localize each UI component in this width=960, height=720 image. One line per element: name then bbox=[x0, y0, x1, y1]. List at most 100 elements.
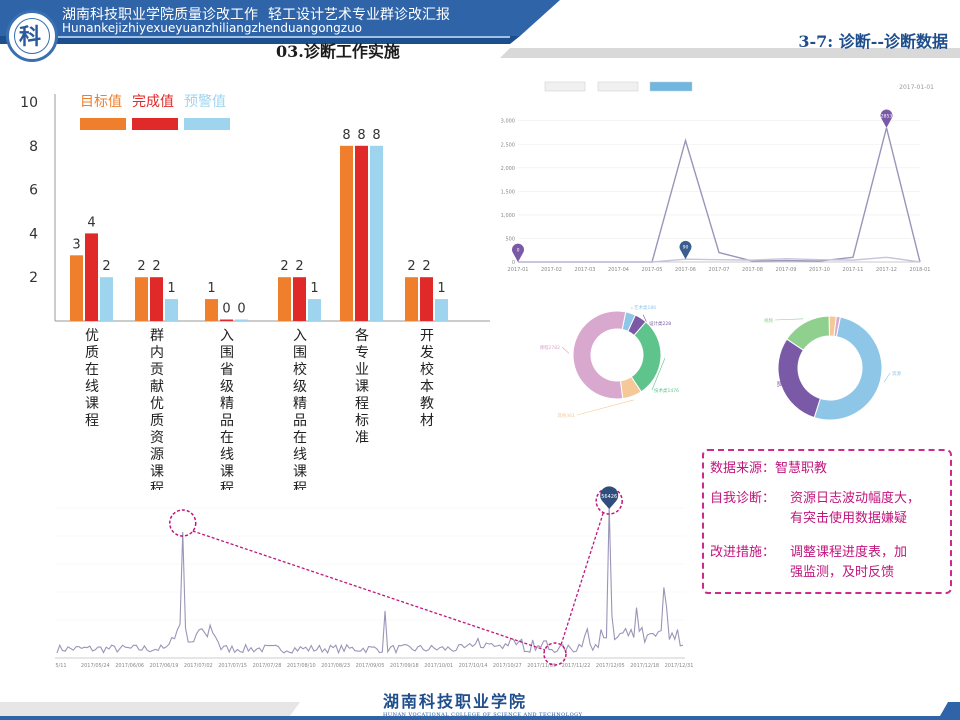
bar-1-2 bbox=[220, 319, 233, 321]
donut1-label: 技术类1476 bbox=[654, 387, 679, 394]
line1-series-1 bbox=[518, 256, 921, 263]
bar-0-3 bbox=[278, 277, 291, 321]
note-diagnosis-label: 自我诊断： bbox=[710, 491, 776, 506]
bar-2-2 bbox=[235, 319, 248, 321]
note-improve-line2: 强监测，及时反馈 bbox=[790, 565, 895, 580]
note-source: 数据来源：智慧职教 bbox=[710, 461, 828, 476]
bar-y-tick-label: 10 bbox=[20, 95, 38, 111]
note-improve-line1: 调整课程进度表，加 bbox=[790, 545, 908, 560]
bar-1-0 bbox=[85, 233, 98, 321]
bar-0-5 bbox=[405, 277, 418, 321]
line2-x-tick: 2017/07/15 bbox=[218, 663, 247, 669]
line2-x-tick: 2017/12/05 bbox=[596, 663, 625, 669]
line2-marker-label: 56426 bbox=[601, 494, 617, 500]
bar-data-label: 2 bbox=[137, 259, 145, 274]
line1-x-tick: 2017-04 bbox=[608, 267, 629, 273]
line1-y-tick: 3,000 bbox=[501, 119, 515, 125]
line2-connector-b bbox=[560, 512, 604, 646]
bar-category-label: 入围省级精品在线课程 bbox=[220, 328, 234, 490]
bar-legend-label: 完成值 bbox=[132, 94, 174, 110]
line1-y-tick: 2,000 bbox=[501, 166, 515, 172]
line1-series-0 bbox=[518, 127, 921, 263]
line1-x-tick: 2018-01 bbox=[910, 267, 931, 273]
bar-legend-swatch bbox=[132, 118, 178, 130]
logo-glyph-icon: 科 bbox=[19, 24, 42, 50]
bar-0-0 bbox=[70, 255, 83, 321]
donut2-leader bbox=[883, 372, 891, 383]
bar-data-label: 1 bbox=[207, 281, 215, 296]
line1-x-tick: 2017-02 bbox=[541, 267, 562, 273]
donut1-slice-4 bbox=[572, 310, 627, 400]
bar-legend-label: 目标值 bbox=[80, 94, 122, 110]
line2-x-tick: 2017/10/14 bbox=[459, 663, 488, 669]
bar-category-label: 入围校级精品在线课程 bbox=[293, 328, 307, 490]
bar-data-label: 8 bbox=[342, 128, 350, 143]
bar-2-5 bbox=[435, 299, 448, 321]
line2-x-tick: 2017/07/02 bbox=[184, 663, 213, 669]
line1-y-tick: 1,500 bbox=[501, 189, 515, 195]
line1-legend-chip bbox=[544, 81, 586, 92]
footer-school-name: 湖南科技职业学院 bbox=[383, 692, 528, 711]
line1-y-tick: 1,000 bbox=[501, 213, 515, 219]
line2-x-tick: 2017/12/18 bbox=[630, 663, 659, 669]
line1-x-tick: 2017-08 bbox=[742, 267, 763, 273]
bar-category-label: 优质在线课程 bbox=[85, 328, 99, 429]
bar-2-3 bbox=[308, 299, 321, 321]
bar-data-label: 8 bbox=[357, 128, 365, 143]
line1-x-tick: 2017-05 bbox=[642, 267, 663, 273]
bar-data-label: 2 bbox=[295, 259, 303, 274]
donut2-leader bbox=[774, 318, 804, 321]
line1-x-tick: 2017-11 bbox=[843, 267, 864, 273]
bar-data-label: 1 bbox=[310, 281, 318, 296]
bar-data-label: 1 bbox=[167, 281, 175, 296]
bar-data-label: 8 bbox=[372, 128, 380, 143]
donut1-label: 课程2782 bbox=[540, 344, 561, 351]
line2-series bbox=[56, 506, 684, 655]
line2-x-tick: 5/11 bbox=[55, 663, 66, 669]
slide-title: 3-7: 诊断--诊断数据 bbox=[798, 32, 948, 51]
line1-x-tick: 2017-10 bbox=[809, 267, 830, 273]
bar-data-label: 2 bbox=[102, 259, 110, 274]
line2-x-tick: 2017/11/22 bbox=[562, 663, 591, 669]
line2-x-tick: 2017/09/05 bbox=[356, 663, 385, 669]
donut-chart-type: 资源网络 视频 bbox=[764, 315, 901, 421]
line2-x-tick: 2017/10/01 bbox=[424, 663, 453, 669]
note-improve-label: 改进措施： bbox=[710, 545, 776, 560]
donut2-slice-1 bbox=[777, 338, 821, 419]
line2-x-tick: 2017/07/28 bbox=[253, 663, 282, 669]
line1-x-tick: 2017-07 bbox=[709, 267, 730, 273]
bar-0-2 bbox=[205, 299, 218, 321]
bar-legend-swatch bbox=[184, 118, 230, 130]
line1-marker-label: 0 bbox=[517, 248, 520, 254]
donut2-label: 网络 bbox=[777, 380, 786, 387]
line1-marker-label: 2853 bbox=[881, 113, 893, 119]
line2-x-tick: 2017/05/24 bbox=[81, 663, 110, 669]
line1-x-tick: 2017-01 bbox=[508, 267, 529, 273]
line1-legend-chip bbox=[649, 81, 693, 92]
donut1-label: 其他361 bbox=[557, 412, 575, 419]
donut2-label: 视频 bbox=[764, 317, 773, 324]
bar-1-1 bbox=[150, 277, 163, 321]
donut1-label: 艺术类186 bbox=[634, 304, 656, 311]
bar-y-tick-label: 8 bbox=[29, 139, 38, 155]
bar-legend-swatch bbox=[80, 118, 126, 130]
footer-school-logo: 湖南科技职业学院 HUNAN VOCATIONAL COLLEGE OF SCI… bbox=[383, 688, 582, 718]
bar-2-4 bbox=[370, 145, 383, 321]
donut1-leader bbox=[576, 399, 634, 416]
section-title: 03.诊断工作实施 bbox=[276, 42, 400, 61]
bar-2-0 bbox=[100, 277, 113, 321]
bar-data-label: 2 bbox=[280, 259, 288, 274]
bar-legend-label: 预警值 bbox=[184, 94, 226, 110]
bar-y-tick-label: 6 bbox=[29, 183, 38, 199]
school-logo: 科 bbox=[6, 10, 58, 62]
bar-1-4 bbox=[355, 145, 368, 321]
line1-x-tick: 2017-06 bbox=[675, 267, 696, 273]
line1-x-tick: 2017-03 bbox=[575, 267, 596, 273]
bar-0-4 bbox=[340, 145, 353, 321]
line2-x-tick: 2017/08/23 bbox=[321, 663, 350, 669]
bar-y-tick-label: 2 bbox=[29, 270, 38, 286]
line1-y-tick: 500 bbox=[505, 236, 515, 242]
bar-chart: 246810 目标值 完成值 预警值321282420282210181优质在线课程群… bbox=[20, 94, 490, 490]
line2-x-tick: 2017/06/06 bbox=[115, 663, 144, 669]
bar-y-tick-label: 4 bbox=[29, 226, 38, 242]
